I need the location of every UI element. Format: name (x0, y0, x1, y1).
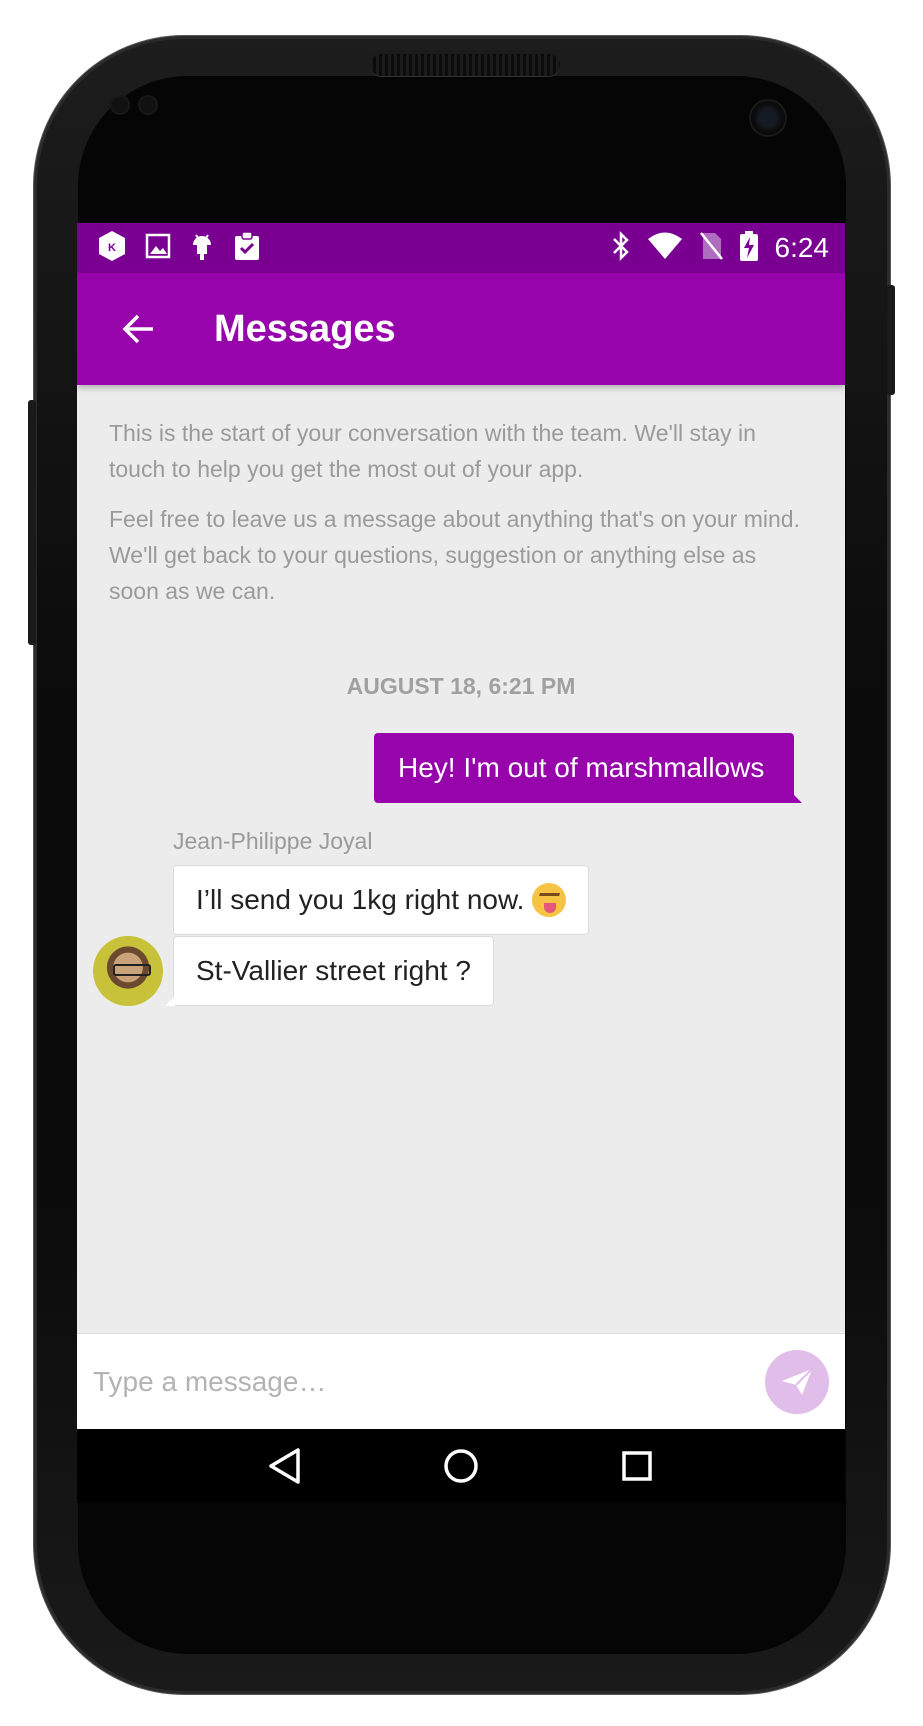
back-button[interactable] (109, 299, 169, 359)
battery-charging-icon (739, 230, 759, 267)
volume-button (28, 400, 36, 645)
message-composer (77, 1333, 845, 1430)
system-nav-bar (77, 1429, 845, 1503)
page-title: Messages (214, 307, 396, 350)
app-bar: Messages (77, 273, 845, 385)
clock-time: 6:24 (774, 232, 830, 263)
proximity-sensor (112, 97, 128, 113)
avatar[interactable] (93, 936, 163, 1006)
send-icon (782, 1368, 813, 1395)
clipboard-check-icon (233, 230, 261, 266)
earpiece-speaker (370, 54, 560, 76)
message-text: Hey! I'm out of marshmallows (398, 752, 765, 783)
light-sensor (140, 97, 156, 113)
send-button[interactable] (765, 1350, 829, 1414)
intro-paragraph: Feel free to leave us a message about an… (109, 506, 800, 604)
wifi-icon (647, 232, 683, 265)
screen: K 6:24 Messages This is the start of you… (77, 223, 845, 1503)
message-text: St-Vallier street right ? (196, 955, 471, 986)
k-hexagon-icon: K (97, 230, 127, 267)
bluetooth-icon (611, 230, 631, 266)
conversation-area[interactable]: This is the start of your conversation w… (77, 385, 845, 1333)
arrow-left-icon (122, 314, 153, 344)
android-icon (189, 231, 215, 266)
nav-recents-button[interactable] (607, 1436, 667, 1496)
front-camera (751, 101, 785, 135)
avatar-glasses (113, 964, 151, 976)
image-icon (145, 233, 171, 264)
recents-square-icon (622, 1451, 652, 1481)
nav-back-button[interactable] (255, 1436, 315, 1496)
bubble-tail (792, 793, 803, 803)
home-circle-icon (444, 1449, 478, 1483)
incoming-message[interactable]: St-Vallier street right ? (165, 936, 494, 1006)
intro-text: This is the start of your conversation w… (109, 415, 809, 623)
outgoing-message[interactable]: Hey! I'm out of marshmallows (374, 733, 803, 803)
status-bar: K 6:24 (77, 223, 845, 273)
squinting-tongue-emoji-icon (532, 883, 567, 917)
power-button (887, 285, 895, 395)
date-divider: AUGUST 18, 6:21 PM (346, 673, 576, 699)
message-input[interactable] (77, 1365, 765, 1399)
svg-text:K: K (108, 242, 116, 254)
incoming-message[interactable]: I’ll send you 1kg right now. (173, 865, 590, 935)
nav-home-button[interactable] (431, 1436, 491, 1496)
no-sim-icon (699, 231, 723, 266)
intro-paragraph: This is the start of your conversation w… (109, 420, 756, 482)
message-text: I’ll send you 1kg right now. (196, 884, 525, 915)
bubble-tail (165, 996, 175, 1006)
sender-name: Jean-Philippe Joyal (173, 828, 373, 854)
back-triangle-icon (269, 1448, 300, 1484)
